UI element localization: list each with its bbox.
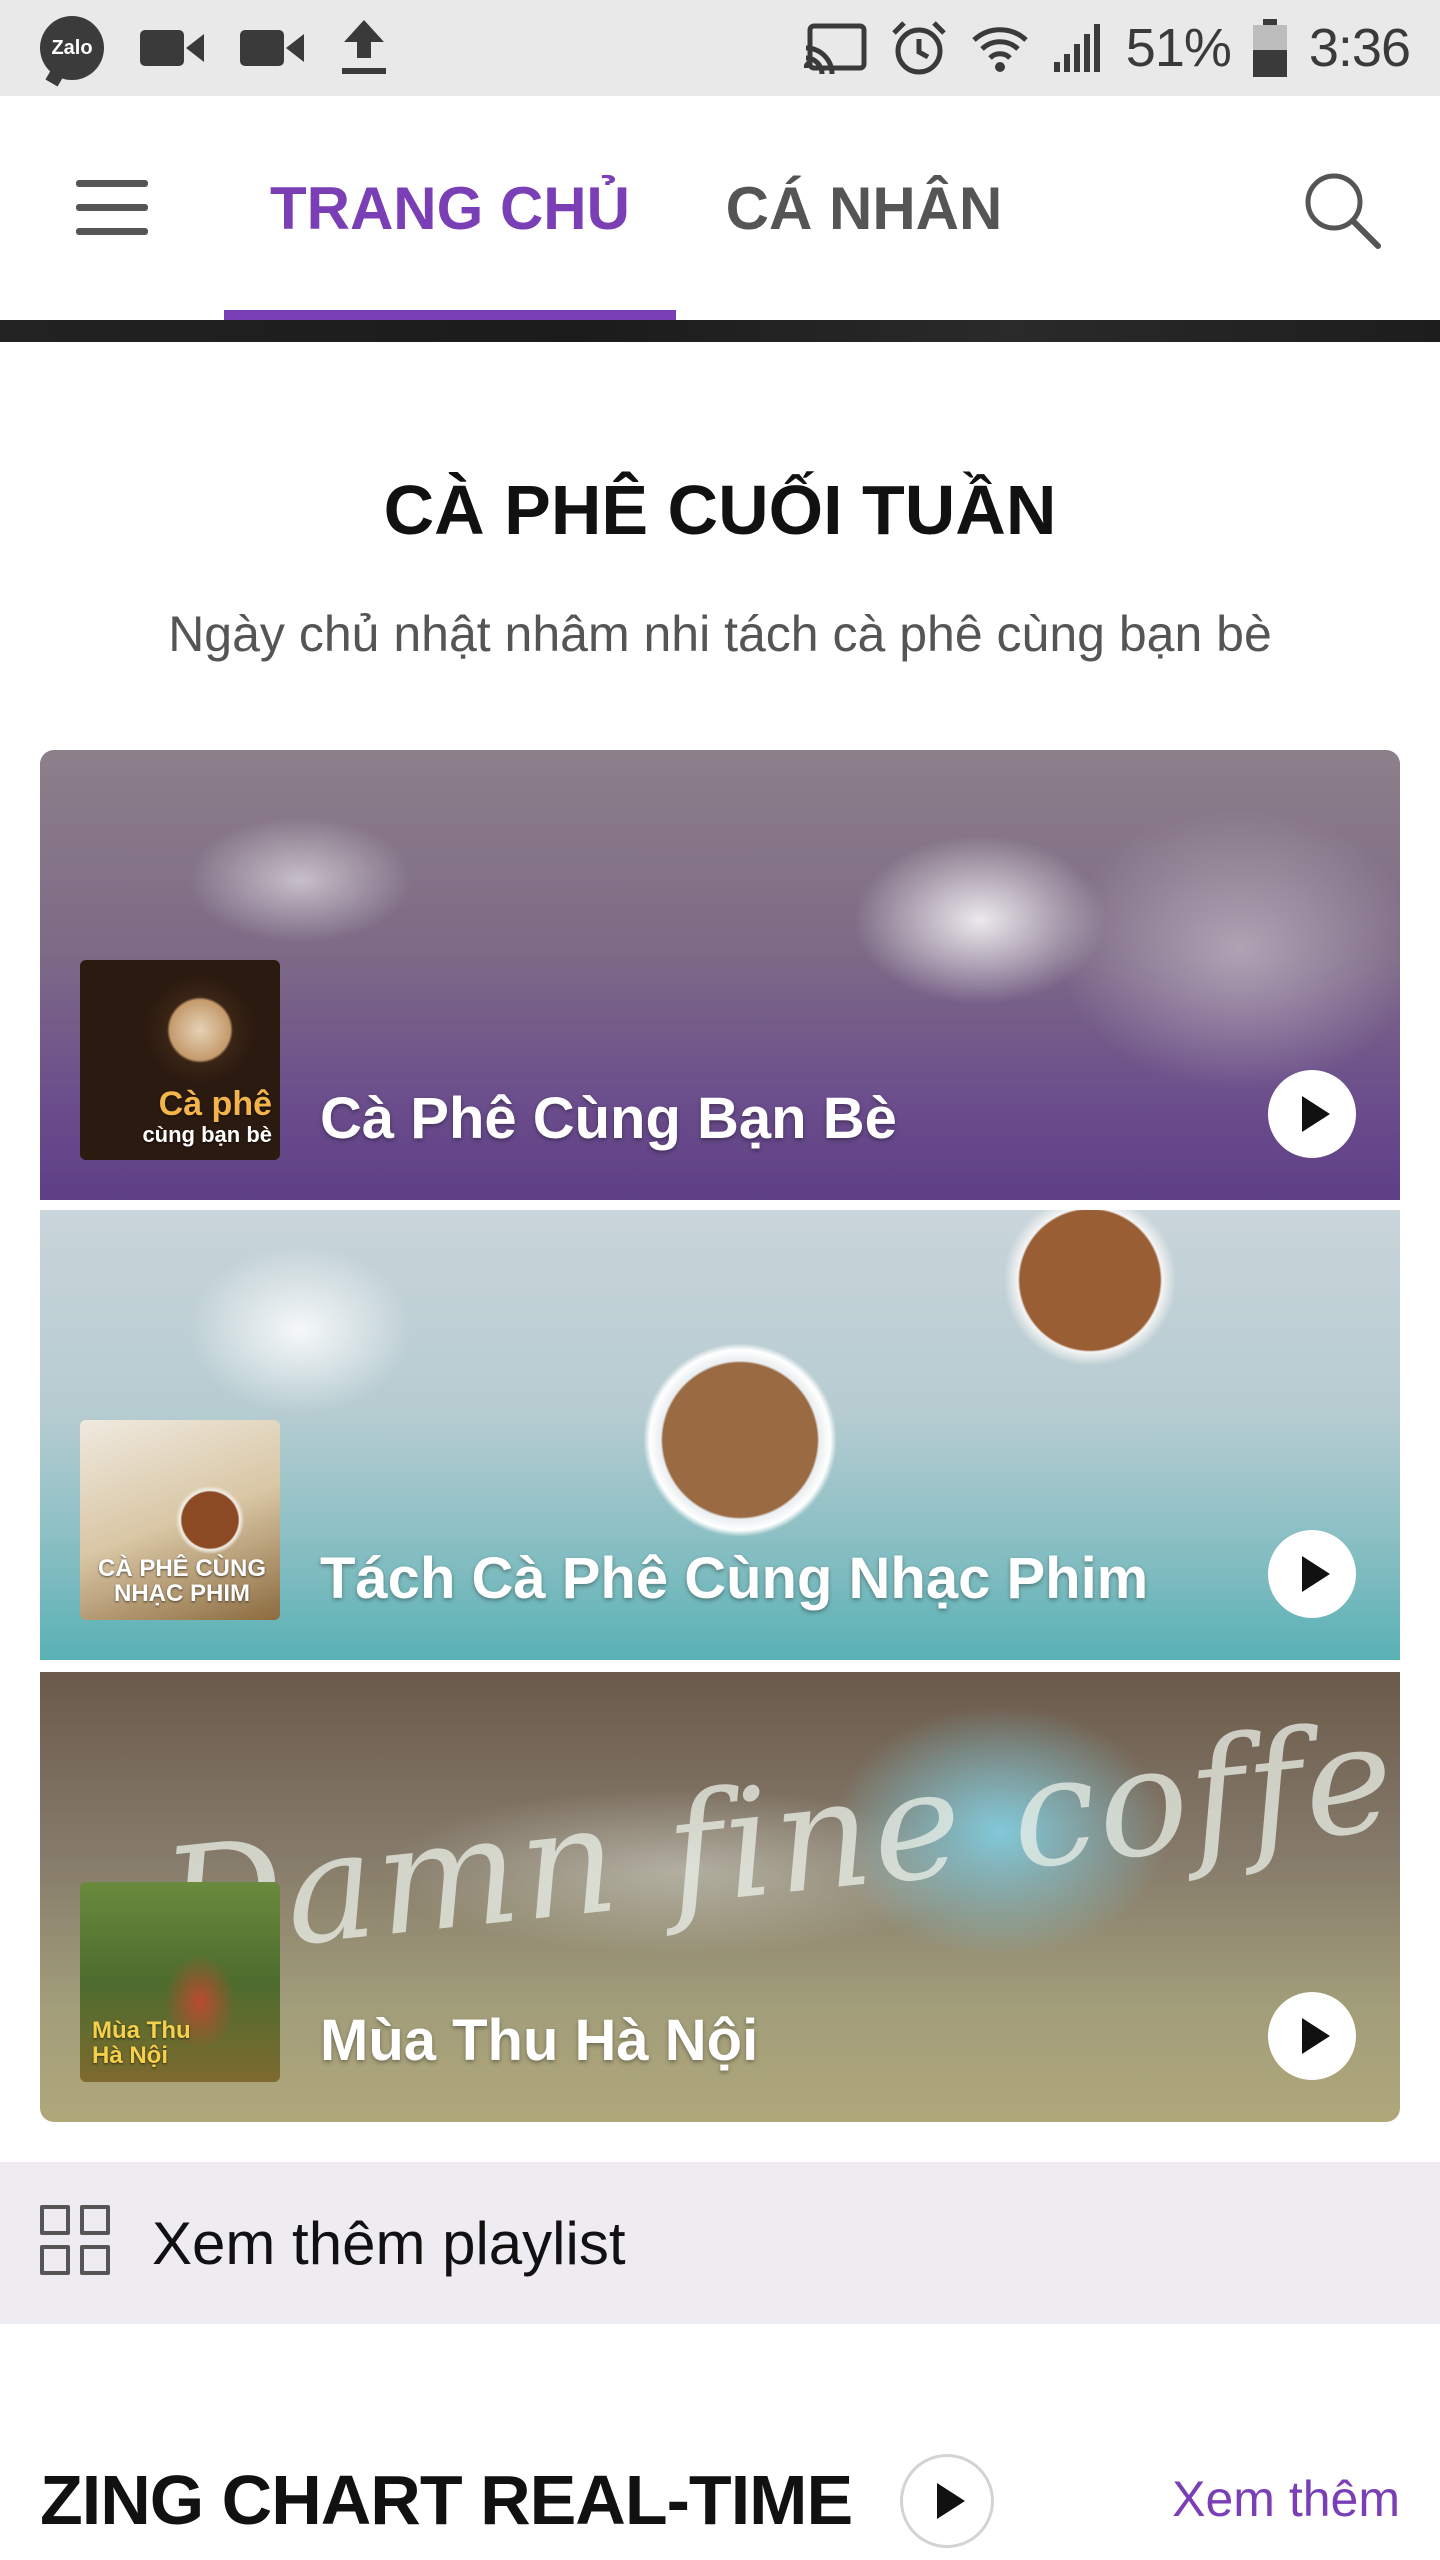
play-icon[interactable] <box>900 2454 994 2548</box>
search-icon[interactable] <box>1300 168 1384 252</box>
playlist-thumbnail: Mùa Thu Hà Nội <box>80 1882 280 2082</box>
video-camera-icon <box>240 26 304 70</box>
grid-icon <box>40 2205 112 2277</box>
playlist-title: Tách Cà Phê Cùng Nhạc Phim <box>320 1546 1149 1611</box>
thumb-text: Cà phê <box>158 1085 272 1124</box>
more-playlists-button[interactable]: Xem thêm playlist <box>0 2162 1440 2324</box>
chart-more-link[interactable]: Xem thêm <box>1172 2470 1400 2528</box>
system-icons: 51% 3:36 <box>803 14 1411 82</box>
play-icon[interactable] <box>1268 1530 1356 1618</box>
banner-edge <box>0 320 1440 342</box>
playlist-thumbnail: CÀ PHÊ CÙNG NHẠC PHIM <box>80 1420 280 1620</box>
battery-icon <box>1252 19 1287 77</box>
video-camera-icon <box>140 26 204 70</box>
play-icon[interactable] <box>1268 1070 1356 1158</box>
wifi-icon <box>972 27 1028 72</box>
playlist-title: Cà Phê Cùng Bạn Bè <box>320 1086 897 1151</box>
thumb-text: cùng bạn bè <box>142 1121 272 1147</box>
signal-icon <box>1053 24 1100 72</box>
playlist-thumbnail: Cà phê cùng bạn bè <box>80 960 280 1160</box>
zalo-label: Zalo <box>51 36 93 59</box>
active-tab-indicator <box>224 310 676 320</box>
playlist-card[interactable]: CÀ PHÊ CÙNG NHẠC PHIM Tách Cà Phê Cùng N… <box>40 1210 1400 1660</box>
playlist-card[interactable]: Cà phê cùng bạn bè Cà Phê Cùng Bạn Bè <box>40 750 1400 1200</box>
status-bar: Zalo 51% 3:36 <box>0 0 1440 96</box>
clock: 3:36 <box>1308 18 1411 78</box>
section-subtitle: Ngày chủ nhật nhâm nhi tách cà phê cùng … <box>168 606 1272 662</box>
section-title: CÀ PHÊ CUỐI TUẦN <box>383 471 1057 549</box>
thumb-text: Hà Nội <box>92 2041 169 2069</box>
chart-title: ZING CHART REAL-TIME <box>40 2461 853 2539</box>
play-icon[interactable] <box>1268 1992 1356 2080</box>
tab-home[interactable]: TRANG CHỦ <box>224 96 676 320</box>
neon-sign-text: Damn fine coffee... <box>154 1672 1400 1993</box>
thumb-text: NHẠC PHIM <box>114 1579 250 1607</box>
upload-icon <box>340 20 388 76</box>
playlist-card[interactable]: Damn fine coffee... Mùa Thu Hà Nội Mùa T… <box>40 1672 1400 2122</box>
alarm-icon <box>892 21 946 75</box>
playlist-title: Mùa Thu Hà Nội <box>320 2008 759 2073</box>
battery-percent: 51% <box>1125 18 1232 78</box>
notification-icons: Zalo <box>40 14 388 82</box>
tab-personal[interactable]: CÁ NHÂN <box>676 96 1052 320</box>
zalo-icon: Zalo <box>40 16 104 80</box>
thumb-text: CÀ PHÊ CÙNG <box>97 1554 266 1582</box>
more-playlists-label: Xem thêm playlist <box>152 2209 626 2277</box>
menu-icon[interactable] <box>76 180 148 236</box>
cast-icon <box>803 23 867 74</box>
app-header: TRANG CHỦ CÁ NHÂN <box>0 96 1440 320</box>
thumb-text: Mùa Thu <box>92 2016 191 2044</box>
